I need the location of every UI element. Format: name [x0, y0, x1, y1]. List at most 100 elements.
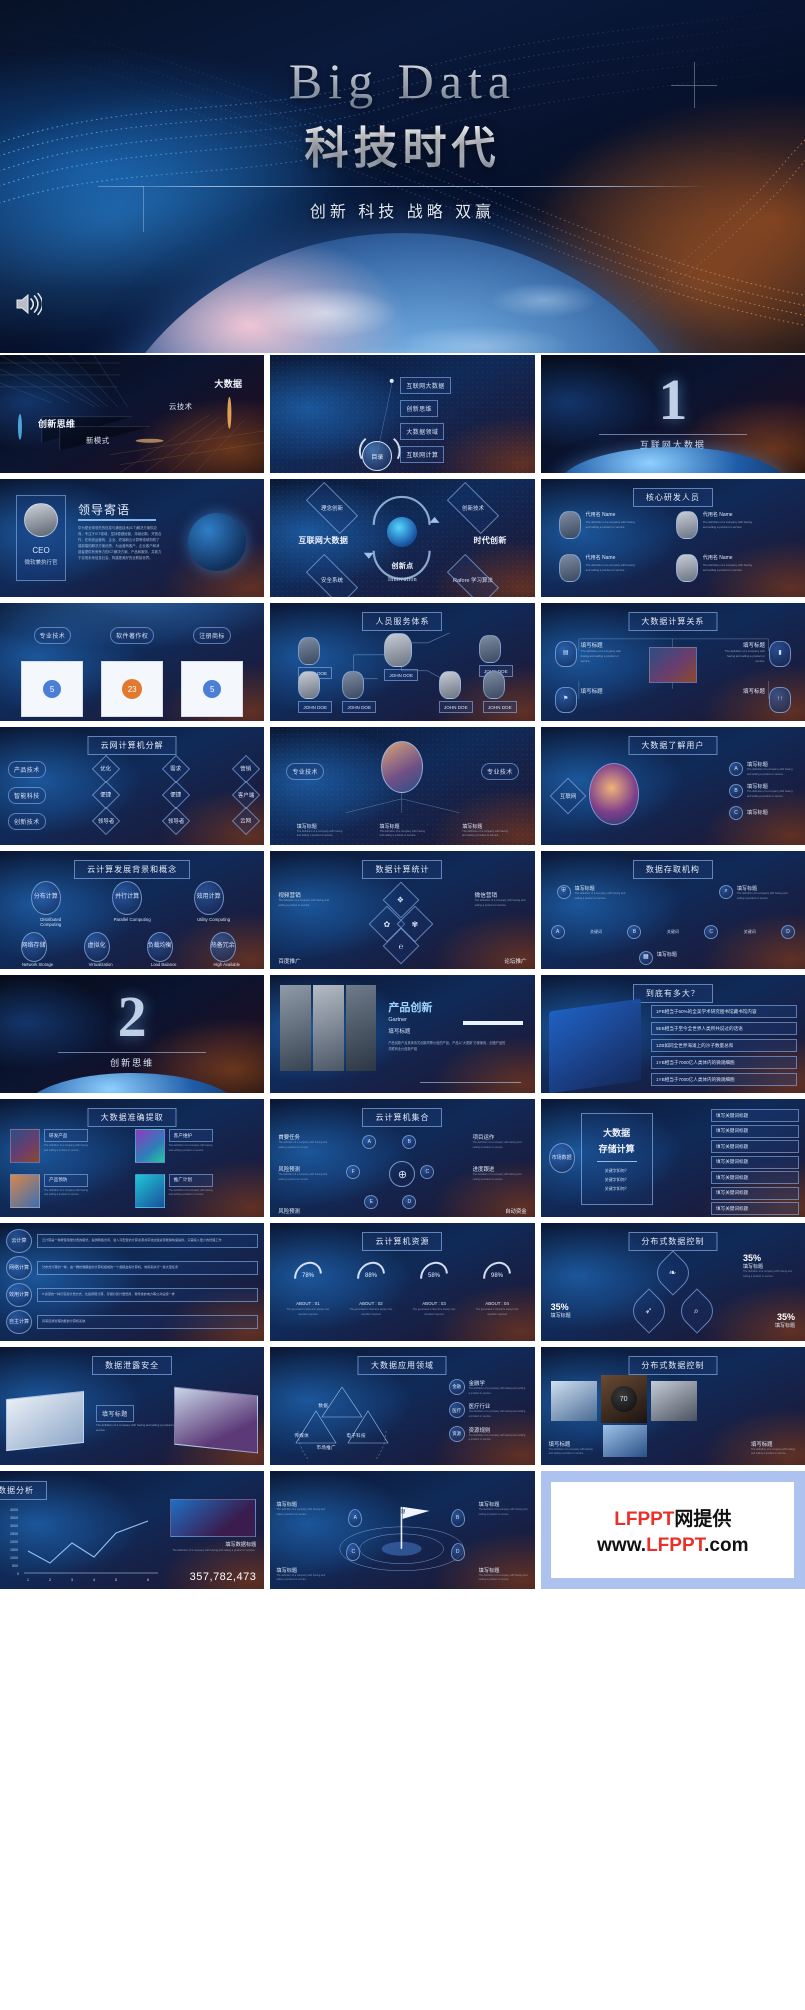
org-node-3[interactable]: JOHN DOE: [298, 671, 333, 713]
extract-card-1[interactable]: 客户维护 The definition of a company with ha…: [134, 1129, 255, 1169]
petal-0[interactable]: ❧: [650, 1250, 696, 1296]
radar-item-2[interactable]: 填写标题 The definition of a company with hav…: [276, 1567, 326, 1583]
row1-cell-2[interactable]: 便捷: [161, 780, 191, 810]
toc-item-3[interactable]: 互联网计算: [400, 446, 445, 463]
radar-item-1[interactable]: 填写标题 The definition of a company with hav…: [479, 1501, 529, 1517]
gauge-2[interactable]: 58%: [414, 1256, 454, 1296]
team-member-0[interactable]: 代用名 Name The definition of a company wit…: [558, 511, 670, 548]
step-c[interactable]: C: [704, 925, 719, 939]
step-d[interactable]: D: [781, 925, 795, 939]
org-node-6[interactable]: JOHN DOE: [482, 671, 517, 713]
slide-thumb-data-analysis[interactable]: 数据分析 4000 3500 3000 2500 2000 1500 1000 500 0 …: [0, 1471, 265, 1589]
market-data-node[interactable]: 市场数据: [548, 1143, 575, 1173]
relation-item-1[interactable]: ▮ 填写标题 The definition of a company with …: [721, 641, 791, 667]
slide-thumb-core-rd-team[interactable]: 核心研发人员 代用名 Name The definition of a comp…: [540, 479, 805, 597]
key-d[interactable]: D: [402, 1195, 417, 1209]
slide-thumb-innovation-loop[interactable]: 理念创新 创新技术 安全系统 Rafore 学习算法 互联网大数据 时代创新 创…: [270, 479, 535, 597]
stat-1[interactable]: 35% 填写标题: [551, 1302, 571, 1319]
radar-item-0[interactable]: 填写标题 The definition of a company with hav…: [276, 1501, 326, 1517]
agg-item-0[interactable]: 首要任务 The definition of a company with hav…: [278, 1133, 332, 1150]
computing-item-0[interactable]: 云计算 云计算是一种按使用量付费的模式，提供网络访问，进入可配置的计算资源共享池…: [6, 1229, 259, 1253]
slide-thumb-cloud-computer-aggregation[interactable]: 云计算机集合 ⊕ A B F C E D 首要任务 The definition …: [270, 1099, 535, 1217]
slide-thumb-leader-message[interactable]: CEO 微软兼执行官 领导寄语 华为是全球领先的信息与通信技术(ICT)解决方案…: [0, 479, 265, 597]
slide-thumb-section-one-cover[interactable]: 1 互联网大数据: [540, 355, 805, 473]
slide-thumb-target-radar[interactable]: 标题 A B C D 填写标题 The definition of a compa…: [270, 1471, 535, 1589]
slide-thumb-cloud-computer-decompose[interactable]: 云网计算机分解 产品技术 优化 需求 营销 智能科技 便捷 便捷 客户端 创新技…: [0, 727, 265, 845]
row0-cell-1[interactable]: 优化: [91, 754, 120, 784]
certificate-1[interactable]: 23: [101, 661, 164, 717]
slide-thumb-bigdata-storage-compute[interactable]: 市场数据 大数据 存储计算 关键字如何？ 关键字如何？ 关键字如何？ 填写关键词…: [540, 1099, 805, 1217]
bg-item-5[interactable]: 负载均衡 Load Balance: [146, 932, 181, 967]
bullet-5[interactable]: 填写关键词标题: [711, 1186, 799, 1200]
slide-thumb-computing-types-list[interactable]: 云计算 云计算是一种按使用量付费的模式，提供网络访问，进入可配置的计算资源共享池…: [0, 1223, 265, 1341]
team-member-2[interactable]: 代用名 Name The definition of a company wit…: [558, 554, 670, 591]
understand-item-0[interactable]: A 填写标题 The definition of a company with …: [729, 761, 797, 777]
gauge-3[interactable]: 98%: [477, 1256, 517, 1296]
row0-cell-0[interactable]: 产品技术: [8, 760, 46, 778]
row0-cell-3[interactable]: 营销: [232, 754, 261, 784]
hero-slide[interactable]: Big Data 科技时代 创新 科技 战略 双赢: [0, 0, 805, 353]
slide-thumb-bigdata-accurate-extract[interactable]: 大数据准确提取 研发产品 The definition of a company…: [0, 1099, 265, 1217]
speaker-icon[interactable]: [14, 291, 42, 317]
understand-item-2[interactable]: C 填写标题: [729, 805, 797, 820]
access-item-0[interactable]: ⛨ 填写标题 The definition of a company with …: [556, 885, 627, 901]
row0-cell-2[interactable]: 需求: [161, 754, 191, 784]
fact-2[interactable]: 1ZB如同全世界海滩上的沙子数量总和: [651, 1039, 797, 1052]
fact-3[interactable]: 1YB相当于7000亿人类体内的微观细胞: [651, 1056, 797, 1069]
field-item-0[interactable]: 金融 金融学 The definition of a company with …: [448, 1379, 527, 1396]
extract-card-0[interactable]: 研发产品 The definition of a company with ha…: [10, 1129, 130, 1169]
org-node-1[interactable]: JOHN DOE: [384, 633, 419, 681]
toc-item-2[interactable]: 大数据领域: [400, 423, 445, 440]
point-a[interactable]: A: [348, 1509, 363, 1527]
control-item-1[interactable]: 填写标题 The definition of a company with ha…: [751, 1440, 797, 1457]
relation-item-0[interactable]: ▤ 填写标题 The definition of a company with …: [554, 641, 625, 667]
point-b[interactable]: B: [450, 1509, 465, 1527]
bg-item-2[interactable]: 效用计算 Utility Computing: [193, 881, 234, 927]
certificate-2[interactable]: 5: [181, 661, 244, 717]
access-item-2[interactable]: ▦ 填写标题: [638, 951, 677, 965]
key-e[interactable]: E: [364, 1195, 379, 1209]
field-item-2[interactable]: 资源 资源规则 The definition of a company with…: [448, 1425, 527, 1443]
key-c[interactable]: C: [420, 1165, 435, 1179]
fact-0[interactable]: 1PB相当于50%的全美学术研究图书馆藏书馆内容: [651, 1005, 797, 1018]
petal-2[interactable]: ⌕: [674, 1288, 720, 1334]
slide-thumb-bigdata-compute-relation[interactable]: 大数据计算关系 ▤ 填写标题 The definition of a compa…: [540, 603, 805, 721]
slide-thumb-cloud-computer-resources[interactable]: 云计算机资源 78% 88% 58% 98% ABOUT : 01 The gen…: [270, 1223, 535, 1341]
field-item-1[interactable]: 医疗 医疗行业 The definition of a company with…: [448, 1402, 527, 1419]
stat-2[interactable]: 35% 填写标题: [775, 1312, 795, 1329]
slide-thumb-personnel-service-system[interactable]: 人员服务体系 JOHN DOE JOHN DOE JOHN DOE JOHN D…: [270, 603, 535, 721]
slide-thumb-bigdata-understand-user[interactable]: 大数据了解用户 互联网 A 填写标题 The definition of a c…: [540, 727, 805, 845]
row1-cell-3[interactable]: 客户端: [232, 780, 261, 810]
bullet-2[interactable]: 填写关键词标题: [711, 1140, 799, 1153]
slide-thumb-certificates[interactable]: 专业技术 软件著作权 注册商标 5 23 5: [0, 603, 265, 721]
slide-thumb-professional-skills[interactable]: 专业技术 专业技术 填写标题 The definition of a compan…: [270, 727, 535, 845]
slide-thumb-cloud-computing-background[interactable]: 云计算发展背景和概念 分布计算 Distributed Computing 并行计…: [0, 851, 265, 969]
point-d[interactable]: D: [450, 1543, 465, 1561]
bullet-6[interactable]: 填写关键词标题: [711, 1202, 799, 1215]
step-b[interactable]: B: [627, 925, 642, 939]
slide-thumb-product-innovation[interactable]: 产品创新 Gartner 填写标题 产品创新户及其体系式创新同等价值的产品，产品…: [270, 975, 535, 1093]
computing-item-2[interactable]: 效用计算 IT资源的一种打包和计费方式，比如按照计算、存储分别计量费用，像传统的…: [6, 1283, 259, 1307]
gauge-1[interactable]: 88%: [351, 1256, 391, 1296]
row1-cell-0[interactable]: 智能科技: [8, 786, 46, 804]
fact-1[interactable]: 5EB相当于至今全世界人类所共说过的话语: [651, 1022, 797, 1035]
cert-cloud-1[interactable]: 软件著作权: [110, 627, 155, 644]
bg-item-3[interactable]: 网络存储 Network Storage: [20, 932, 55, 967]
gauge-0[interactable]: 78%: [288, 1256, 328, 1296]
bg-item-1[interactable]: 并行计算 Parallel Computing: [112, 881, 152, 927]
relation-item-2[interactable]: ⚑ 填写标题: [554, 687, 603, 713]
control-item-0[interactable]: 填写标题 The definition of a company with ha…: [549, 1440, 595, 1457]
stat-0[interactable]: 35% 填写标题 The definition of a company wit…: [743, 1253, 795, 1279]
step-a[interactable]: A: [550, 925, 565, 939]
agg-item-4[interactable]: 风险预测: [278, 1207, 300, 1215]
slide-thumb-section-two-cover[interactable]: 2 创新思维: [0, 975, 265, 1093]
bullet-0[interactable]: 填写关键词标题: [711, 1109, 799, 1122]
petal-1[interactable]: ➶: [626, 1288, 672, 1334]
bullet-3[interactable]: 填写关键词标题: [711, 1155, 799, 1169]
row2-cell-1[interactable]: 领导者: [91, 806, 120, 836]
computing-item-1[interactable]: 网络计算 分布式计算的一种，由一群松散耦合的计算机组成的一个超级虚拟计算机，常用…: [6, 1256, 259, 1280]
team-member-1[interactable]: 代用名 Name The definition of a company wit…: [675, 511, 787, 548]
cert-cloud-2[interactable]: 注册商标: [193, 627, 231, 644]
slide-thumb-intro-keywords[interactable]: 大数据 云技术 创新思维 新模式: [0, 355, 265, 473]
agg-item-2[interactable]: 风险预测 The definition of a company with hav…: [278, 1165, 332, 1182]
